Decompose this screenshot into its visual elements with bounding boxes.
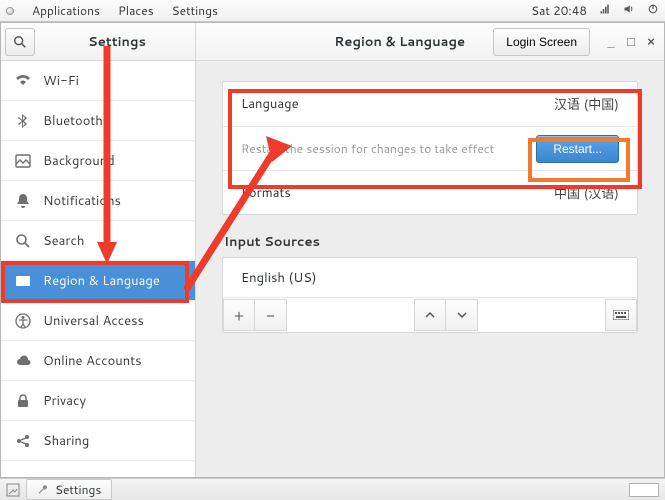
sidebar-item-label: Online Accounts [43, 352, 142, 370]
bell-icon [15, 193, 31, 209]
background-icon [15, 153, 31, 169]
sidebar-item-sharing[interactable]: Sharing [1, 421, 195, 461]
input-source-row[interactable]: English (US) [223, 258, 637, 298]
sidebar-item-label: Universal Access [43, 312, 144, 330]
window-maximize-button[interactable]: □ [626, 34, 636, 49]
restart-button[interactable]: Restart... [536, 135, 619, 163]
workspace-thumb[interactable] [629, 483, 659, 497]
language-row[interactable]: Language 汉语 (中国) [223, 82, 637, 126]
input-sources-block: English (US) + − [222, 257, 638, 333]
login-screen-button[interactable]: Login Screen [493, 28, 590, 56]
wrench-icon [37, 484, 49, 496]
panel-menu-applications[interactable]: Applications [32, 2, 100, 19]
sidebar-item-region-language[interactable]: Region & Language [1, 261, 195, 301]
sidebar-item-label: Sharing [43, 432, 89, 450]
power-icon[interactable] [647, 2, 659, 19]
panel-menu-places[interactable]: Places [118, 2, 154, 19]
chevron-down-icon [457, 310, 467, 320]
sidebar-item-wifi[interactable]: Wi-Fi [1, 61, 195, 101]
settings-window: Settings Wi-Fi Bluetooth Background Noti… [0, 22, 665, 478]
sidebar-item-label: Bluetooth [43, 112, 103, 130]
sidebar-item-label: Background [43, 152, 115, 170]
sidebar-item-notifications[interactable]: Notifications [1, 181, 195, 221]
show-desktop-icon[interactable] [6, 483, 20, 497]
page-title: Region & Language [314, 33, 485, 51]
activities-icon [6, 7, 14, 15]
sidebar-header: Settings [1, 23, 195, 61]
bluetooth-icon [15, 113, 31, 129]
sidebar-item-search[interactable]: Search [1, 221, 195, 261]
content-area: Region & Language Login Screen _ □ × Lan… [196, 23, 664, 477]
sidebar-list: Wi-Fi Bluetooth Background Notifications… [1, 61, 195, 477]
language-formats-block: Language 汉语 (中国) Restart the session for… [222, 81, 638, 215]
formats-label: Formats [241, 184, 291, 202]
language-label: Language [241, 95, 299, 113]
add-input-source-button[interactable]: + [223, 299, 255, 331]
panel-menu-settings[interactable]: Settings [172, 2, 218, 19]
content-header: Region & Language Login Screen _ □ × [196, 23, 664, 61]
restart-hint-row: Restart the session for changes to take … [223, 126, 637, 170]
remove-input-source-button[interactable]: − [255, 299, 287, 331]
task-entry-settings[interactable]: Settings [26, 479, 112, 500]
cloud-icon [15, 353, 31, 369]
sidebar-item-universal-access[interactable]: Universal Access [1, 301, 195, 341]
share-icon [15, 433, 31, 449]
search-button[interactable] [5, 28, 35, 56]
panel-clock: Sat 20:48 [531, 2, 587, 19]
sidebar: Settings Wi-Fi Bluetooth Background Noti… [1, 23, 196, 477]
network-icon[interactable] [599, 2, 611, 19]
sidebar-item-label: Region & Language [43, 272, 160, 290]
search-icon [13, 35, 27, 49]
os-top-panel: Applications Places Settings Sat 20:48 [0, 0, 665, 22]
volume-icon[interactable] [623, 2, 635, 19]
input-sources-toolbar: + − [223, 298, 637, 332]
formats-value: 中国 (汉语) [554, 183, 619, 203]
search-icon [15, 233, 31, 249]
sidebar-item-label: Search [43, 232, 84, 250]
formats-row[interactable]: Formats 中国 (汉语) [223, 170, 637, 214]
wifi-icon [15, 73, 31, 89]
window-close-button[interactable]: × [646, 34, 656, 49]
language-value: 汉语 (中国) [554, 94, 619, 114]
move-down-button[interactable] [446, 299, 478, 331]
input-sources-title: Input Sources [224, 233, 638, 251]
keyboard-layout-button[interactable] [605, 299, 637, 331]
sidebar-item-bluetooth[interactable]: Bluetooth [1, 101, 195, 141]
content-body: Language 汉语 (中国) Restart the session for… [196, 61, 664, 477]
sidebar-item-online-accounts[interactable]: Online Accounts [1, 341, 195, 381]
restart-hint: Restart the session for changes to take … [241, 140, 494, 157]
os-bottom-panel: Settings [0, 478, 665, 500]
flag-icon [15, 273, 31, 289]
task-entry-label: Settings [55, 481, 101, 498]
sidebar-item-label: Notifications [43, 192, 121, 210]
input-source-label: English (US) [241, 269, 317, 287]
sidebar-item-label: Wi-Fi [43, 72, 79, 90]
accessibility-icon [15, 313, 31, 329]
sidebar-item-background[interactable]: Background [1, 141, 195, 181]
window-minimize-button[interactable]: _ [606, 34, 616, 49]
sidebar-item-label: Privacy [43, 392, 86, 410]
chevron-up-icon [425, 310, 435, 320]
lock-icon [15, 393, 31, 409]
sidebar-title: Settings [39, 33, 195, 51]
move-up-button[interactable] [414, 299, 446, 331]
keyboard-icon [613, 310, 629, 320]
sidebar-item-privacy[interactable]: Privacy [1, 381, 195, 421]
